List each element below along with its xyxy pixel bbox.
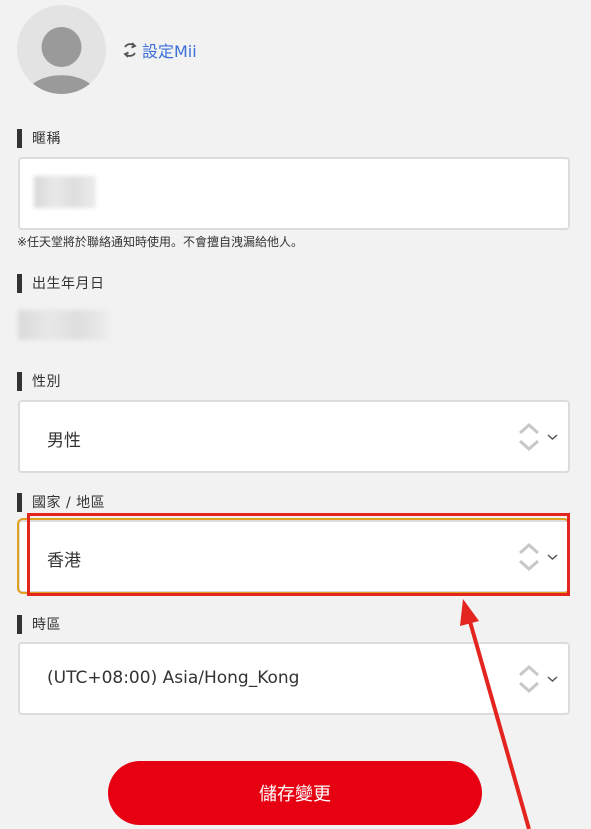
gender-label-text: 性別: [32, 374, 61, 390]
updown-chevron-icon: [519, 664, 558, 693]
timezone-select[interactable]: (UTC+08:00) Asia/Hong_Kong: [18, 642, 570, 715]
select-arrows: [516, 522, 560, 591]
person-avatar-icon: [26, 27, 97, 94]
birthday-label-text: 出生年月日: [32, 276, 105, 292]
save-changes-label: 儲存變更: [259, 784, 331, 805]
redacted-nickname: [34, 176, 96, 208]
region-select[interactable]: 香港: [18, 520, 570, 593]
timezone-label-text: 時區: [32, 617, 61, 633]
set-mii-label: 設定Mii: [142, 42, 197, 61]
region-label-text: 國家 / 地區: [32, 495, 106, 511]
redacted-birthday: [18, 310, 108, 340]
updown-chevron-icon: [519, 542, 558, 571]
save-changes-button[interactable]: 儲存變更: [108, 761, 482, 825]
label-bar: [17, 273, 22, 293]
birthday-label: 出生年月日: [17, 273, 105, 293]
nickname-note: ※任天堂將於聯絡通知時使用。不會擅自洩漏給他人。: [17, 235, 304, 249]
gender-select[interactable]: 男性: [18, 400, 570, 473]
region-label: 國家 / 地區: [17, 492, 105, 512]
nickname-input[interactable]: [18, 157, 570, 230]
gender-label: 性別: [17, 371, 61, 391]
label-bar: [17, 371, 22, 391]
nickname-label: 暱稱: [17, 128, 61, 148]
label-bar: [17, 614, 22, 634]
timezone-selected-value: (UTC+08:00) Asia/Hong_Kong: [47, 668, 300, 688]
label-bar: [17, 492, 22, 512]
label-bar: [17, 128, 22, 148]
set-mii-link[interactable]: 設定Mii: [122, 38, 197, 62]
updown-chevron-icon: [519, 422, 558, 451]
region-selected-value: 香港: [47, 551, 81, 571]
select-arrows: [516, 402, 560, 471]
select-arrows: [516, 644, 560, 713]
timezone-label: 時區: [17, 614, 61, 634]
refresh-icon: [123, 42, 137, 58]
avatar: [17, 5, 106, 94]
nickname-label-text: 暱稱: [32, 131, 61, 147]
gender-selected-value: 男性: [47, 431, 81, 451]
